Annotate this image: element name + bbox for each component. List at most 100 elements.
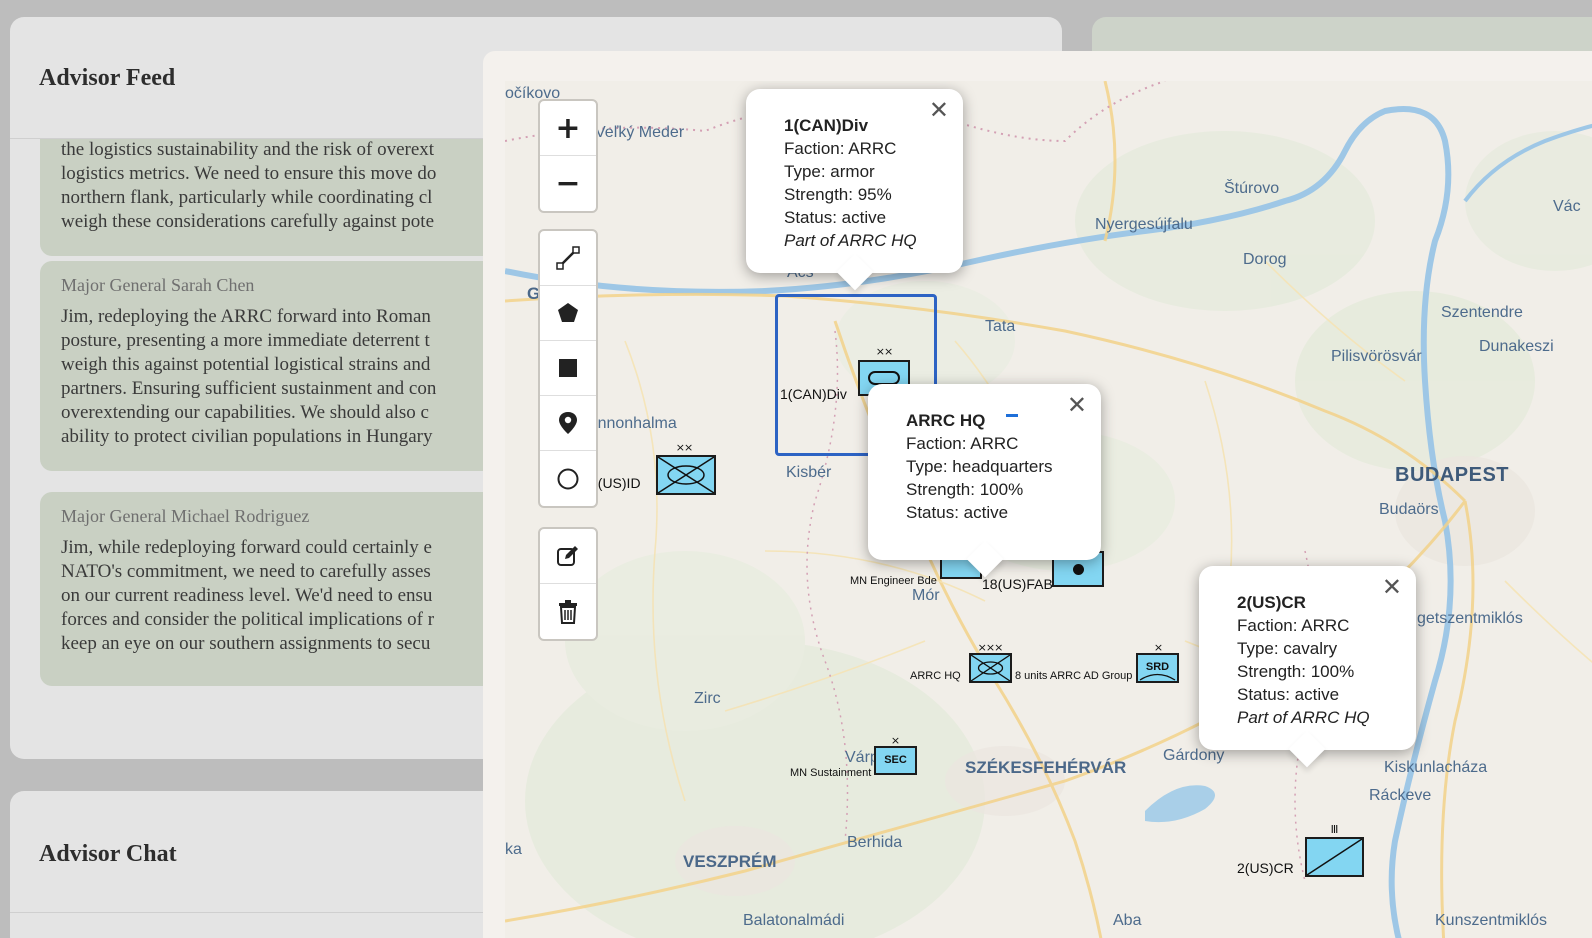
rectangle-icon [559, 359, 577, 377]
edit-layers-button[interactable] [540, 529, 596, 584]
place-label: Balatonalmádi [743, 912, 845, 929]
edit-icon [557, 546, 578, 566]
message-line: forces and consider the political implic… [61, 609, 435, 630]
popup-faction: Faction: ARRC [784, 139, 897, 158]
advisor-chat-title: Advisor Chat [39, 841, 177, 867]
close-icon[interactable]: ✕ [1067, 393, 1087, 417]
popup-strength: Strength: 100% [1237, 662, 1355, 681]
unit-echelon: ×× [875, 345, 893, 358]
advisor-message-body: Jim, redeploying the ARRC forward into R… [61, 305, 436, 449]
unit-label: ARRC HQ [910, 670, 961, 682]
unit-popup-can-div: ✕ 1(CAN)Div Faction: ARRC Type: armor St… [746, 89, 963, 291]
place-label: BUDAPEST [1395, 464, 1510, 486]
popup-faction: Faction: ARRC [906, 434, 1019, 453]
draw-polyline-button[interactable] [540, 231, 596, 286]
popup-status: Status: active [784, 208, 887, 227]
map-canvas[interactable]: očíkovo Veľký Meder Štúrovo Vác Nyergesú… [505, 81, 1592, 938]
place-label: VESZPRÉM [683, 852, 777, 871]
message-line: overextending our capabilities. We shoul… [61, 402, 429, 423]
draw-polygon-button[interactable] [540, 286, 596, 341]
popup-title: ARRC HQ [906, 411, 986, 430]
draw-marker-button[interactable] [540, 396, 596, 451]
popup-status: Status: active [1237, 685, 1340, 704]
message-line: on our current readiness level. We'd nee… [61, 585, 433, 606]
message-line: logistics metrics. We need to ensure thi… [61, 163, 437, 184]
unit-label: 8 units ARRC AD Group [1015, 670, 1133, 682]
advisor-message-author: Major General Michael Rodriguez [61, 506, 310, 526]
place-label: Kunszentmiklós [1435, 912, 1548, 929]
air-defense-symbol-icon: SRD [1136, 653, 1179, 683]
sustainment-symbol-icon: SEC [874, 746, 917, 775]
message-line: Jim, redeploying the ARRC forward into R… [61, 306, 431, 327]
place-label: Zirc [694, 690, 721, 707]
advisor-message-body: Jim, while redeploying forward could cer… [61, 536, 434, 656]
unit-popup-us-cr: ✕ 2(US)CR Faction: ARRC Type: cavalry St… [1199, 566, 1416, 768]
draw-rectangle-button[interactable] [540, 341, 596, 396]
unit-marker-arrc-hq[interactable]: ××× ARRC HQ [910, 641, 1030, 685]
map-modal: očíkovo Veľký Meder Štúrovo Vác Nyergesú… [483, 51, 1592, 938]
message-line: keep an eye on our southern assignments … [61, 633, 431, 654]
polygon-icon [558, 303, 578, 322]
map-pin-icon [559, 412, 577, 434]
unit-echelon: ×× [675, 441, 693, 454]
edit-toolbar [538, 527, 598, 641]
popup-type: Type: armor [784, 162, 875, 181]
zoom-control: + − [538, 99, 598, 213]
popup-strength: Strength: 100% [906, 480, 1024, 499]
popup-title: 1(CAN)Div [784, 116, 869, 135]
unit-label: MN Engineer Bde [850, 575, 937, 587]
place-label: Berhida [847, 834, 903, 851]
message-line: weigh this against potential logistical … [61, 354, 431, 375]
place-label: Nyergesújfalu [1095, 216, 1193, 233]
unit-marker-us-cr[interactable]: III 2(US)CR [1237, 823, 1377, 883]
zoom-in-button[interactable]: + [540, 101, 596, 156]
polyline-icon [556, 246, 580, 270]
message-line: NATO's commitment, we need to carefully … [61, 561, 431, 582]
place-label: Kiskunlacháza [1384, 759, 1488, 776]
place-label: Dunakeszi [1479, 338, 1554, 355]
unit-abbreviation: SEC [884, 754, 907, 766]
popup-title: 2(US)CR [1237, 593, 1306, 612]
place-label: Štúrovo [1224, 180, 1280, 197]
unit-echelon: III [1330, 823, 1339, 836]
unit-marker-us-id[interactable]: ×× 3(US)ID [590, 441, 730, 501]
popup-type: Type: cavalry [1237, 639, 1338, 658]
place-label: SZÉKESFEHÉRVÁR [965, 758, 1127, 777]
message-line: the logistics sustainability and the ris… [61, 139, 435, 160]
message-line: northern flank, particularly while coord… [61, 187, 433, 208]
advisor-feed-title: Advisor Feed [39, 65, 176, 91]
delete-layers-button[interactable] [540, 584, 596, 639]
unit-label: MN Sustainment [790, 767, 872, 779]
unit-marker-arrc-ad[interactable]: × SRD 8 units ARRC AD Group [1015, 641, 1185, 685]
place-label: Pilisvörösvár [1331, 348, 1422, 365]
popup-status: Status: active [906, 503, 1009, 522]
unit-label: 18(US)FAB [982, 576, 1053, 592]
draw-toolbar [538, 229, 598, 508]
place-label: Tata [985, 318, 1016, 335]
popup-parent: Part of ARRC HQ [1237, 708, 1370, 727]
place-label: Ráckeve [1369, 787, 1432, 804]
zoom-out-button[interactable]: − [540, 156, 596, 211]
place-label: getszentmiklós [1417, 610, 1523, 627]
place-label: Budaörs [1379, 501, 1439, 518]
unit-label: 1(CAN)Div [780, 386, 847, 402]
place-label: Aba [1113, 912, 1142, 929]
message-line: partners. Ensuring sufficient sustainmen… [61, 378, 437, 399]
popup-strength: Strength: 95% [784, 185, 892, 204]
place-label: Kisbér [786, 464, 832, 481]
unit-label: 2(US)CR [1237, 860, 1294, 876]
place-label: Szentendre [1441, 304, 1523, 321]
place-label: ka [505, 841, 522, 858]
popup-parent: Part of ARRC HQ [784, 231, 917, 250]
popup-faction: Faction: ARRC [1237, 616, 1350, 635]
circle-icon [557, 468, 579, 489]
message-line: Jim, while redeploying forward could cer… [61, 537, 432, 558]
selected-indicator [1006, 414, 1018, 417]
unit-marker-mn-sust[interactable]: × SEC MN Sustainment [790, 734, 930, 779]
trash-icon [559, 599, 577, 624]
message-line: posture, presenting a more immediate det… [61, 330, 430, 351]
advisor-message-author: Major General Sarah Chen [61, 275, 255, 295]
close-icon[interactable]: ✕ [929, 98, 949, 122]
close-icon[interactable]: ✕ [1382, 575, 1402, 599]
draw-circle-button[interactable] [540, 451, 596, 506]
